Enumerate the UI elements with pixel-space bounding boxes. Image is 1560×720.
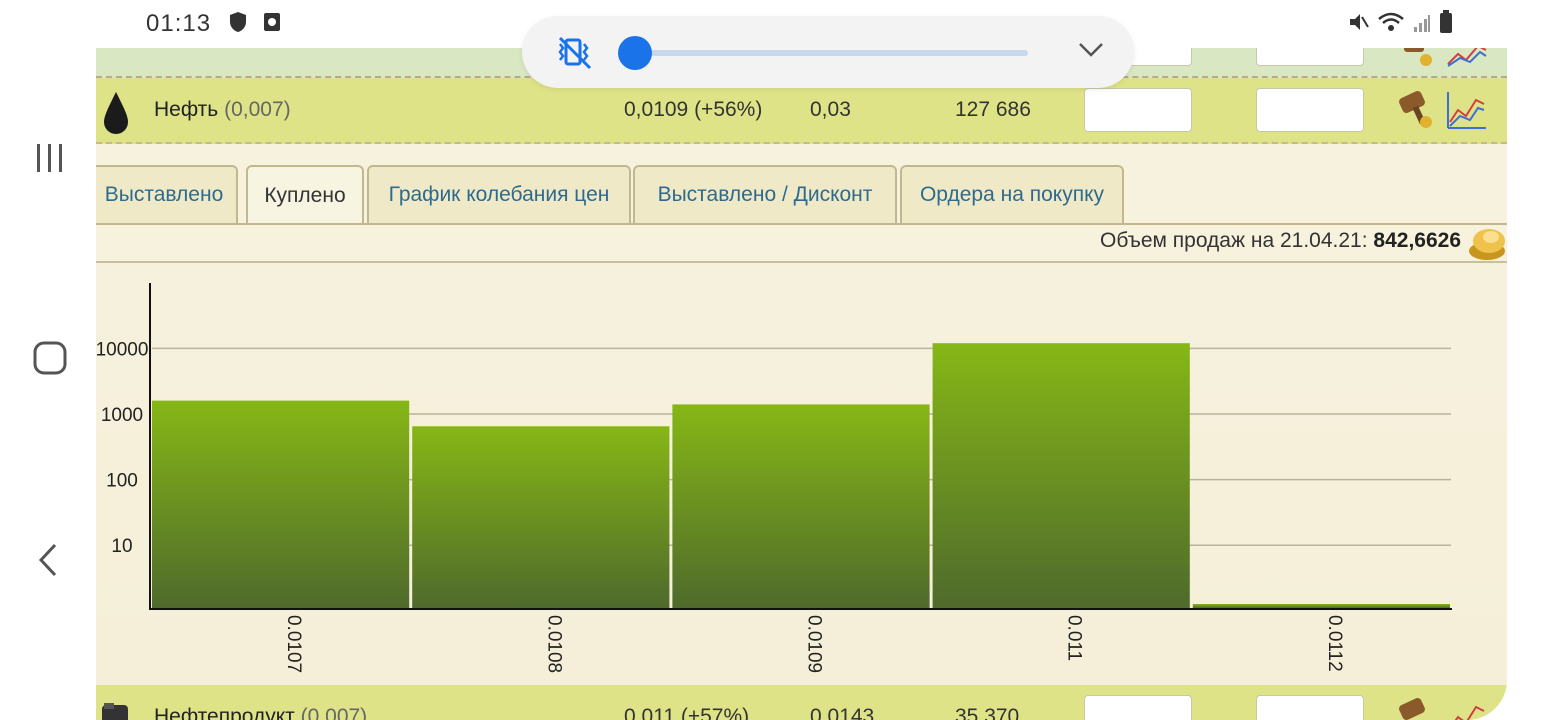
table-row-petroleum[interactable]: Нефтепродукт (0,007) 0,011 (+57%) 0,0143… (96, 685, 1507, 720)
back-button[interactable] (20, 530, 80, 590)
chart-bar[interactable] (1192, 604, 1450, 608)
x-tick-label: 0.011 (1064, 615, 1085, 661)
tabs-panel: Выставлено Куплено График колебания цен … (96, 145, 1507, 685)
x-tick-label: 0.0109 (804, 615, 825, 673)
chart-bar[interactable] (672, 404, 930, 608)
status-icons-right (1347, 10, 1453, 34)
mute-icon (1350, 14, 1369, 30)
row-price: 0,011 (+57%) (624, 705, 750, 720)
row-input-2[interactable] (1256, 88, 1364, 132)
bought-chart: 10 100 1000 10000 0.0107 0.0108 0.0109 0.011 0.… (96, 283, 1452, 673)
oil-drop-icon (104, 92, 128, 134)
signal-icon (1414, 15, 1430, 32)
back-icon (38, 543, 57, 577)
row-price: 0,0109 (+56%) (624, 98, 763, 121)
hammer-icon[interactable] (1396, 88, 1436, 132)
status-time: 01:13 (146, 10, 212, 37)
row-volume: 127 686 (955, 98, 1031, 121)
row-name-paren: (0,007) (300, 705, 368, 720)
row-name-label: Нефть (154, 98, 219, 121)
home-button[interactable] (20, 328, 80, 388)
y-tick-label: 10 (111, 536, 132, 557)
row-name[interactable]: Нефтепродукт (0,007) (154, 705, 367, 720)
hammer-icon[interactable] (1396, 695, 1436, 720)
chart-bar[interactable] (412, 426, 670, 608)
x-tick-label: 0.0112 (1324, 615, 1345, 672)
app-page: Нефть (0,007) 0,0109 (+56%) 0,03 127 686… (96, 0, 1507, 720)
barrel-icon (102, 703, 128, 720)
row-input-1[interactable] (1084, 88, 1192, 132)
chart-icon[interactable] (1444, 88, 1488, 132)
y-tick-label: 10000 (96, 339, 148, 360)
recent-apps-icon (37, 144, 62, 172)
row-value2: 0,0143 (810, 705, 875, 720)
chart-bar[interactable] (932, 343, 1190, 608)
chart-icon[interactable] (1444, 695, 1488, 720)
row-volume: 35 370 (955, 705, 1020, 720)
shield-icon (230, 12, 246, 32)
y-tick-label: 100 (106, 471, 138, 492)
row-name-label: Нефтепродукт (154, 705, 295, 720)
row-name[interactable]: Нефть (0,007) (154, 98, 291, 122)
vibrate-off-icon[interactable] (556, 34, 596, 70)
row-value2: 0,03 (810, 98, 851, 121)
volume-track[interactable] (636, 50, 1028, 56)
row-input-2[interactable] (1256, 695, 1364, 720)
row-name-paren: (0,007) (224, 98, 291, 121)
status-icons-left (228, 11, 282, 33)
chevron-down-icon[interactable] (1078, 40, 1104, 60)
row-input-1[interactable] (1084, 695, 1192, 720)
chart-bar[interactable] (152, 400, 410, 608)
home-icon (33, 341, 67, 375)
recent-apps-button[interactable] (20, 128, 80, 188)
android-nav-bar (0, 0, 96, 720)
wifi-icon (1378, 12, 1404, 31)
media-icon (264, 13, 280, 31)
y-tick-label: 1000 (101, 405, 143, 426)
battery-icon (1440, 10, 1452, 33)
x-tick-label: 0.0107 (283, 615, 304, 673)
volume-slider-knob[interactable] (618, 36, 652, 70)
x-tick-label: 0.0108 (543, 615, 564, 673)
volume-panel[interactable] (522, 16, 1134, 88)
